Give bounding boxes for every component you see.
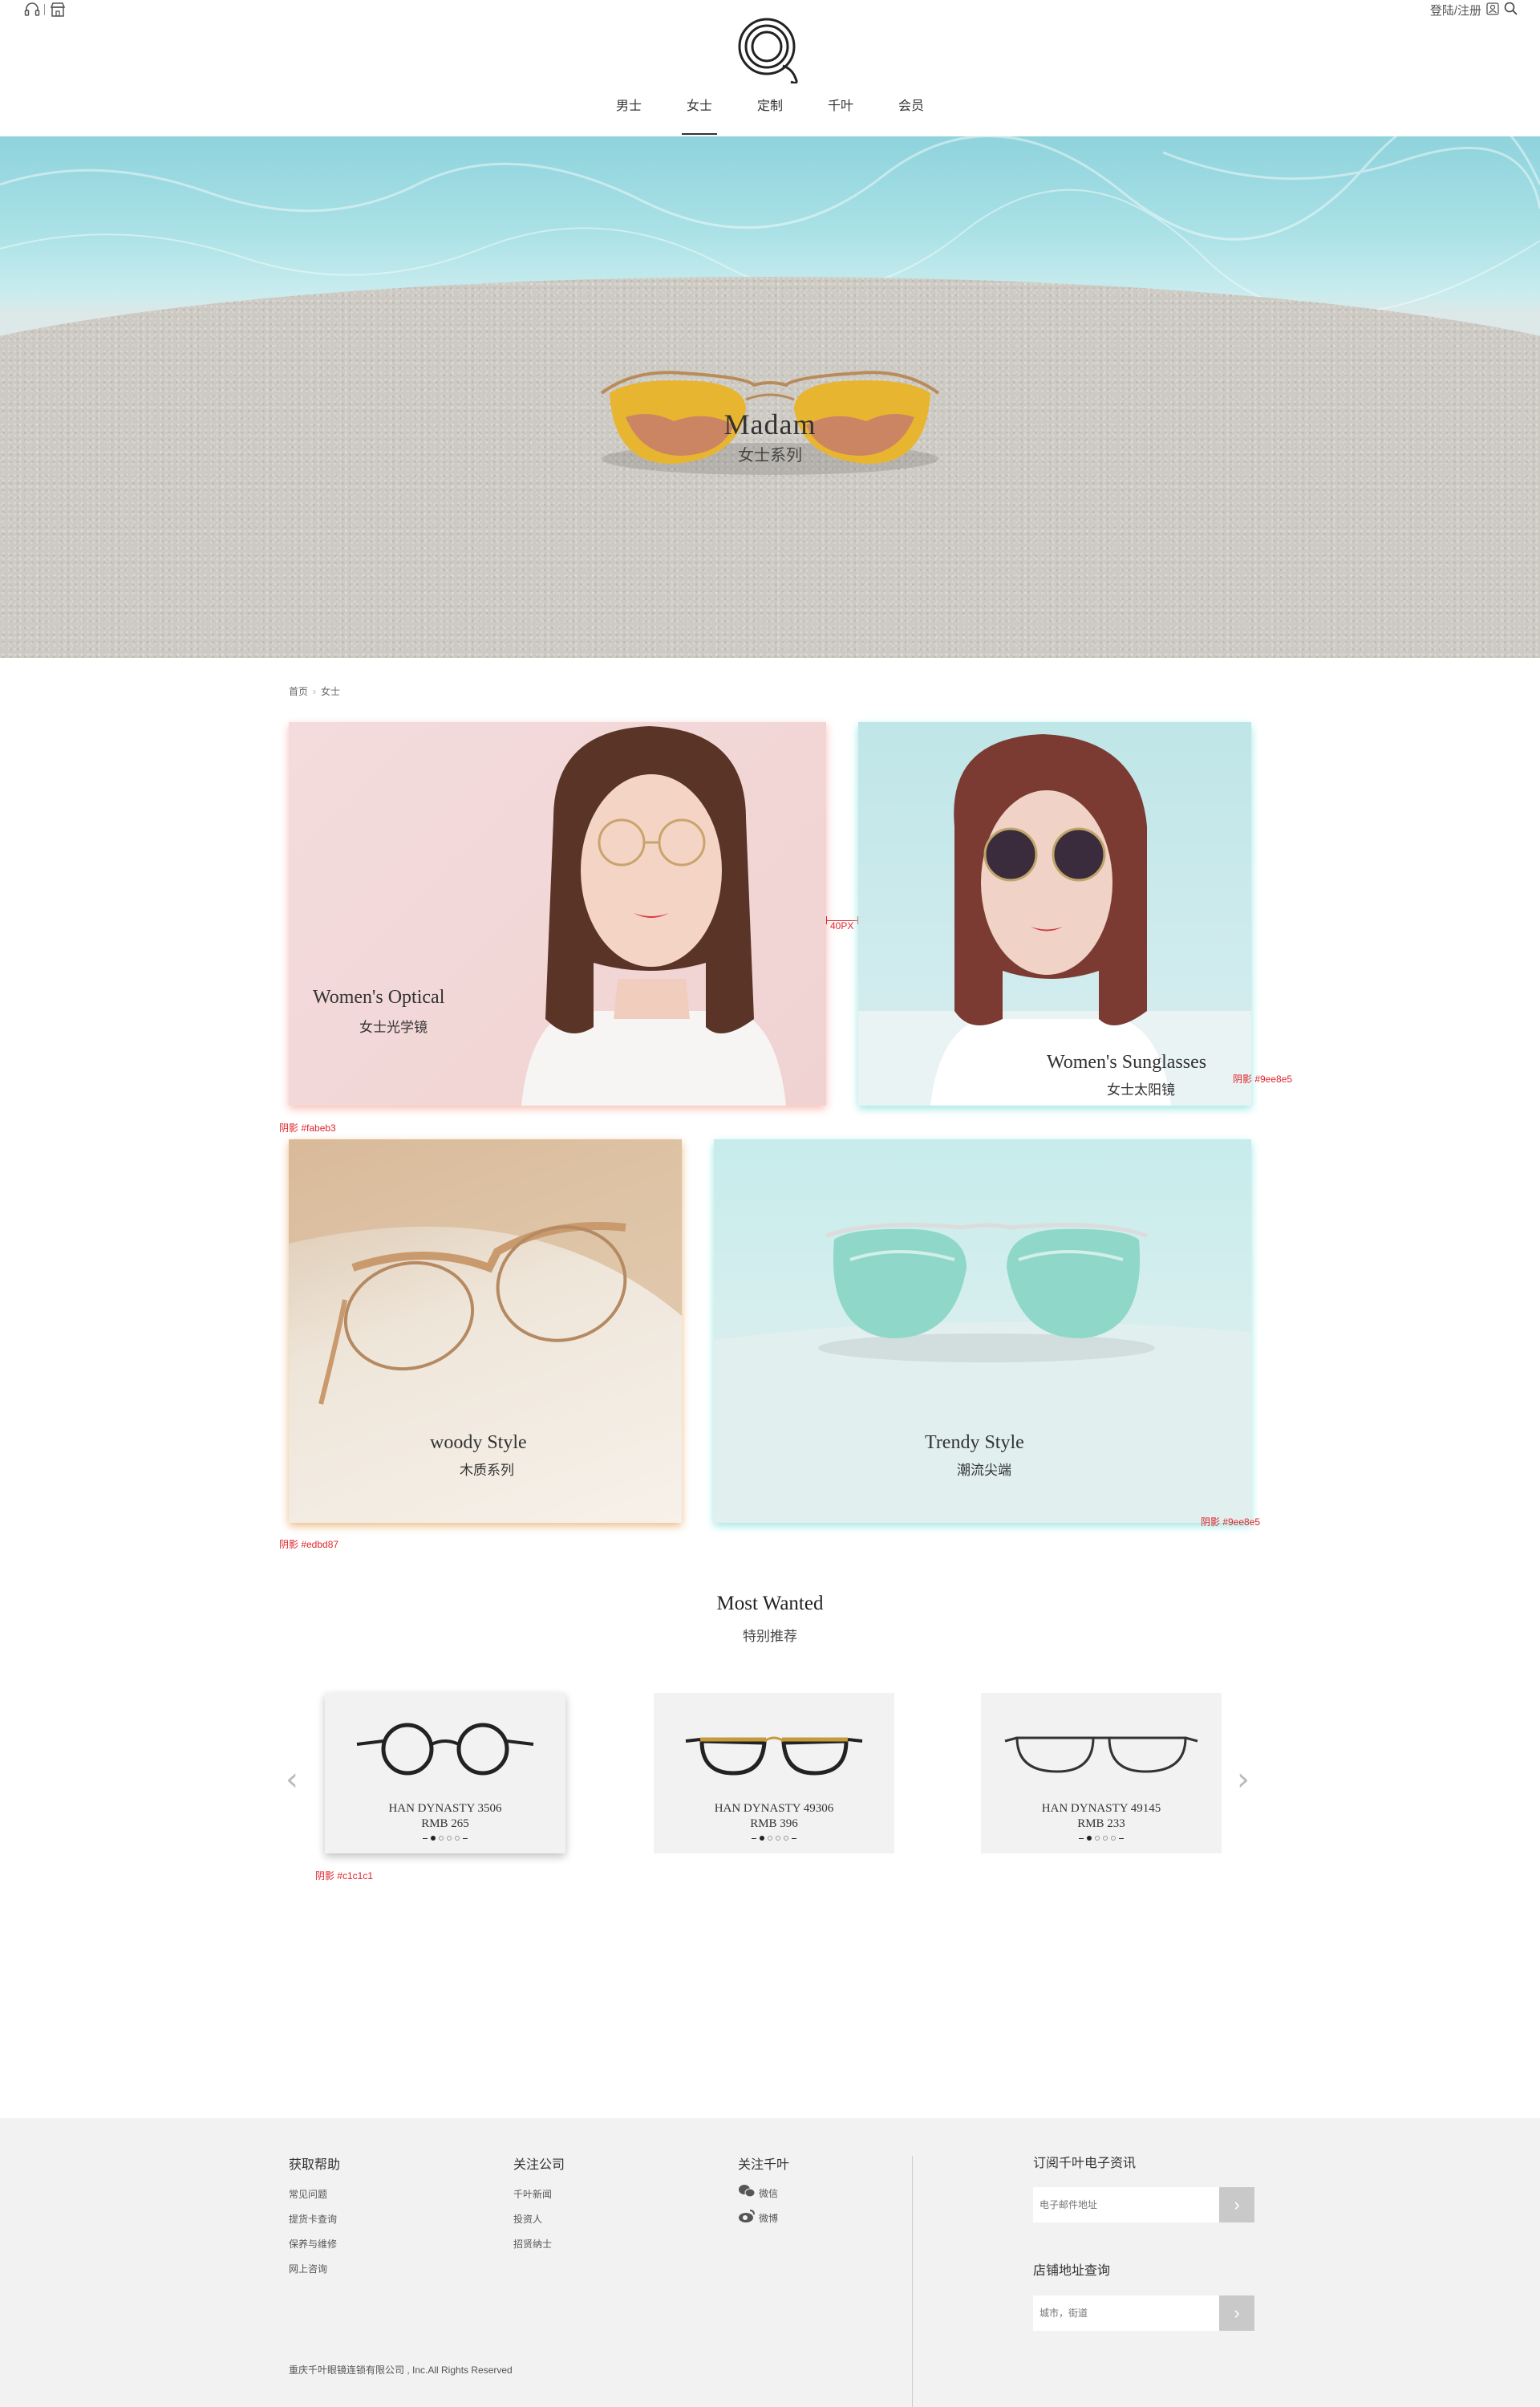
womens-sunglasses-photo: [858, 734, 1251, 1106]
footer-follow-title: 关注千叶: [738, 2158, 790, 2172]
category-card-trendy-style[interactable]: Trendy Style 潮流尖端: [714, 1139, 1251, 1523]
color-swatch[interactable]: [760, 1836, 764, 1841]
gap-annotation-label: 40PX: [830, 920, 854, 932]
site-header: 登陆/注册 男士 女士 定制 千叶 会员: [0, 0, 1540, 136]
nav-item-member[interactable]: 会员: [876, 96, 946, 135]
category-card-woody-style[interactable]: woody Style 木质系列: [289, 1139, 682, 1523]
category-title: woody Style: [430, 1432, 527, 1453]
login-register[interactable]: 登陆/注册: [1430, 2, 1518, 18]
user-icon[interactable]: [1486, 2, 1499, 18]
footer-link[interactable]: 投资人: [513, 2212, 542, 2226]
shadow-annotation: 阴影 #c1c1c1: [315, 1870, 374, 1881]
breadcrumb-current: 女士: [321, 686, 341, 697]
color-selector: [654, 1836, 894, 1841]
breadcrumb-home[interactable]: 首页: [289, 684, 308, 698]
footer-link[interactable]: 微博: [759, 2211, 778, 2225]
shadow-annotation: 阴影 #fabeb3: [279, 1122, 336, 1134]
footer-link[interactable]: 网上咨询: [289, 2262, 327, 2275]
color-swatch[interactable]: [1103, 1836, 1108, 1841]
nav-item-qianye[interactable]: 千叶: [805, 96, 876, 135]
color-selector: [325, 1836, 565, 1841]
wechat-icon: [738, 2184, 756, 2202]
chevron-right-icon: ›: [313, 685, 317, 697]
copyright-text: 重庆千叶眼镜连锁有限公司 , Inc.All Rights Reserved: [289, 2364, 513, 2376]
footer-link[interactable]: 保养与维修: [289, 2237, 337, 2251]
category-subtitle: 女士光学镜: [359, 1020, 428, 1035]
store-search-button[interactable]: ›: [1219, 2295, 1254, 2331]
color-swatch[interactable]: [439, 1836, 444, 1841]
site-footer: 获取帮助 常见问题 提货卡查询 保养与维修 网上咨询 关注公司 千叶新闻 投资人…: [0, 2118, 1540, 2407]
color-swatch[interactable]: [431, 1836, 436, 1841]
color-swatch[interactable]: [1095, 1836, 1100, 1841]
breadcrumb: 首页 › 女士: [289, 684, 340, 698]
product-price: RMB 265: [421, 1817, 469, 1830]
store-address-input[interactable]: [1033, 2295, 1219, 2331]
product-price: RMB 396: [750, 1817, 798, 1830]
footer-help-title: 获取帮助: [289, 2158, 341, 2172]
hero-banner: Madam 女士系列: [0, 136, 1540, 658]
product-card[interactable]: HAN DYNASTY 49306 RMB 396: [654, 1693, 894, 1853]
shadow-annotation: 阴影 #9ee8e5: [1233, 1074, 1293, 1085]
main-nav: 男士 女士 定制 千叶 会员: [0, 96, 1540, 135]
womens-optical-photo: [521, 726, 786, 1106]
carousel-prev-button[interactable]: ‹: [286, 1761, 298, 1798]
footer-link[interactable]: 提货卡查询: [289, 2212, 337, 2226]
footer-link[interactable]: 常见问题: [289, 2187, 327, 2201]
header-divider: [44, 4, 45, 15]
carousel-next-button[interactable]: ›: [1237, 1761, 1250, 1798]
color-swatch[interactable]: [447, 1836, 452, 1841]
site-logo[interactable]: [736, 16, 804, 84]
product-image: [356, 1723, 534, 1776]
color-swatch[interactable]: [455, 1836, 460, 1841]
category-title: Women's Optical: [313, 987, 445, 1008]
store-lookup-title: 店铺地址查询: [1033, 2264, 1111, 2278]
product-image: [1004, 1736, 1198, 1773]
product-name: HAN DYNASTY 49306: [714, 1802, 834, 1815]
login-register-link[interactable]: 登陆/注册: [1430, 2, 1481, 18]
weibo-icon: [738, 2209, 756, 2227]
footer-company-title: 关注公司: [513, 2158, 565, 2172]
wechat-link[interactable]: 微信: [738, 2184, 778, 2202]
weibo-link[interactable]: 微博: [738, 2209, 778, 2227]
category-card-womens-sunglasses[interactable]: Women's Sunglasses 女士太阳镜: [858, 722, 1251, 1106]
product-name: HAN DYNASTY 3506: [388, 1802, 502, 1815]
newsletter-email-input[interactable]: [1033, 2187, 1219, 2222]
hero-subtitle: 女士系列: [738, 447, 802, 465]
shadow-annotation: 阴影 #9ee8e5: [1201, 1516, 1261, 1528]
nav-item-men[interactable]: 男士: [594, 96, 664, 135]
category-subtitle: 女士太阳镜: [1107, 1082, 1175, 1098]
search-icon[interactable]: [1504, 2, 1518, 18]
category-subtitle: 潮流尖端: [957, 1463, 1011, 1478]
color-swatch[interactable]: [1087, 1836, 1092, 1841]
category-title: Trendy Style: [925, 1432, 1024, 1453]
section-subtitle: 特别推荐: [743, 1629, 797, 1644]
color-swatch[interactable]: [768, 1836, 772, 1841]
footer-link[interactable]: 招贤纳士: [513, 2237, 552, 2251]
shadow-annotation: 阴影 #edbd87: [279, 1539, 339, 1550]
footer-divider: [912, 2156, 913, 2407]
color-selector: [981, 1836, 1222, 1841]
nav-item-custom[interactable]: 定制: [735, 96, 805, 135]
product-image: [685, 1736, 863, 1776]
product-name: HAN DYNASTY 49145: [1041, 1802, 1161, 1815]
category-subtitle: 木质系列: [460, 1463, 514, 1478]
category-card-womens-optical[interactable]: Women's Optical 女士光学镜: [289, 722, 826, 1106]
color-swatch[interactable]: [1111, 1836, 1116, 1841]
category-title: Women's Sunglasses: [1047, 1052, 1207, 1073]
product-card[interactable]: HAN DYNASTY 3506 RMB 265: [325, 1693, 565, 1853]
store-icon[interactable]: [50, 2, 66, 18]
newsletter-submit-button[interactable]: ›: [1219, 2187, 1254, 2222]
headset-icon[interactable]: [24, 2, 40, 18]
section-title: Most Wanted: [716, 1593, 824, 1614]
footer-link[interactable]: 微信: [759, 2186, 778, 2200]
newsletter-title: 订阅千叶电子资讯: [1033, 2157, 1137, 2170]
product-price: RMB 233: [1077, 1817, 1125, 1830]
color-swatch[interactable]: [776, 1836, 780, 1841]
product-card[interactable]: HAN DYNASTY 49145 RMB 233: [981, 1693, 1222, 1853]
footer-link[interactable]: 千叶新闻: [513, 2187, 552, 2201]
nav-item-women[interactable]: 女士: [664, 96, 735, 135]
color-swatch[interactable]: [784, 1836, 788, 1841]
hero-title: Madam: [723, 408, 817, 440]
